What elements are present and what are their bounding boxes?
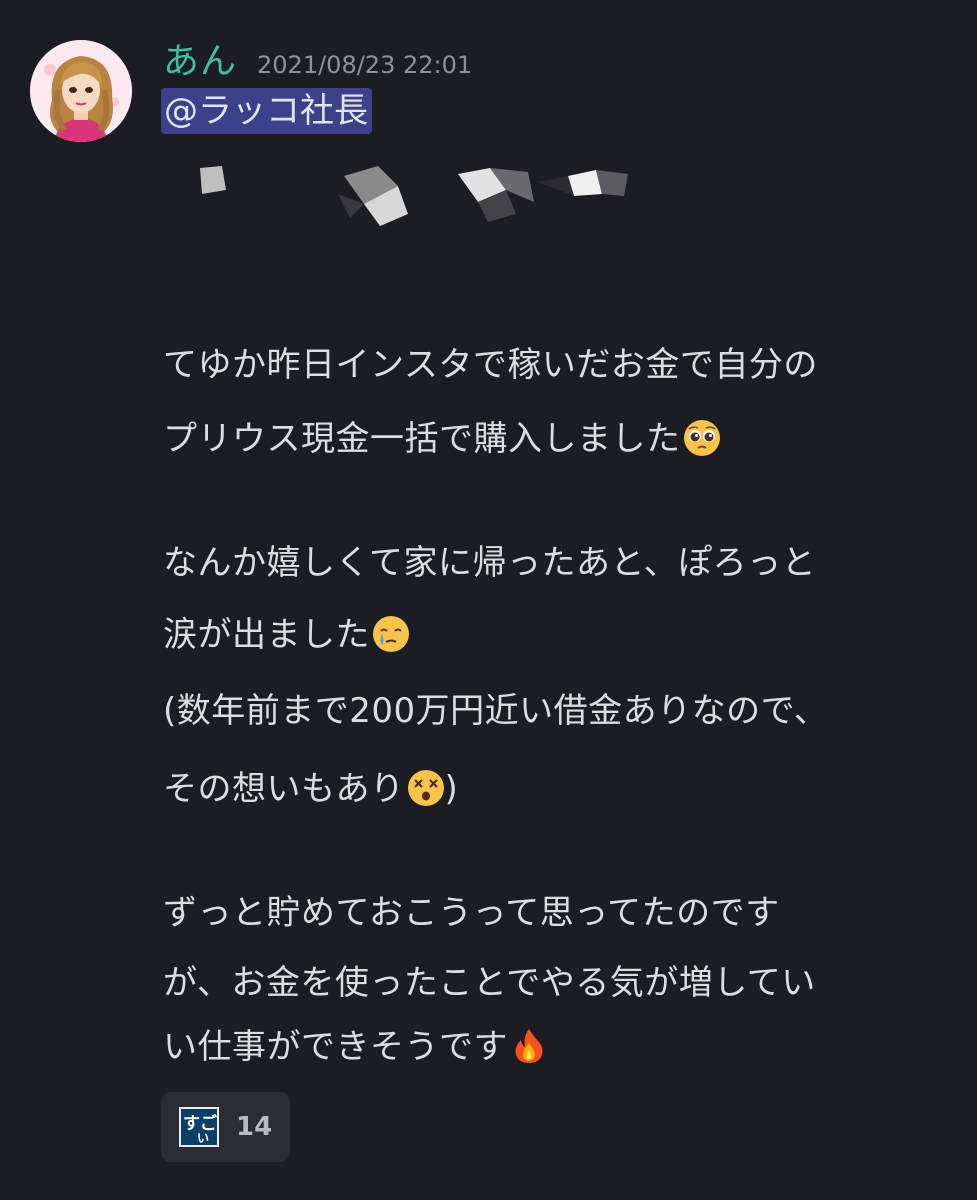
message-line-5: (数年前まで200万円近い借金ありなので、 [163,686,828,736]
user-mention[interactable]: @ラッコ社長 [161,88,372,134]
censored-text [188,152,638,236]
reaction-count: 14 [236,1112,273,1142]
timestamp: 2021/08/23 22:01 [257,51,473,79]
message-line-7: ずっと貯めておこうって思ってたのです [163,888,780,938]
message-line-9: い仕事ができそうです [163,1022,548,1072]
dizzy-face-icon [407,769,445,807]
message-text: その想いもあり [163,769,405,809]
sugoi-custom-emoji-icon: すご い [179,1107,219,1147]
message-line-2: プリウス現金一括で購入しました [163,414,721,464]
message-text: プリウス現金一括で購入しました [163,419,681,459]
chat-message: あん 2021/08/23 22:01 @ラッコ社長 てゆか昨日インスタで稼いだ… [0,0,977,1200]
message-text: なんか嬉しくて家に帰ったあと、ぽろっと [163,543,817,583]
svg-text:い: い [197,1131,209,1145]
pleading-face-icon [683,419,721,457]
message-text: てゆか昨日インスタで稼いだお金で自分の [163,345,818,385]
message-header: あん 2021/08/23 22:01 [163,32,472,92]
message-line-1: てゆか昨日インスタで稼いだお金で自分の [163,340,818,390]
message-text: が、お金を使ったことでやる気が増してい [163,963,816,1003]
message-text: 涙が出ました [163,615,370,655]
message-line-6: その想いもあり ) [163,764,458,814]
message-text: い仕事ができそうです [163,1027,508,1067]
avatar[interactable] [30,40,132,142]
message-text: ) [444,769,459,809]
face-holding-back-tears-icon [372,615,410,653]
message-line-3: なんか嬉しくて家に帰ったあと、ぽろっと [163,538,816,588]
username[interactable]: あん [163,32,237,84]
reaction-button[interactable]: すご い 14 [161,1092,290,1162]
fire-icon [510,1027,548,1065]
message-line-8: が、お金を使ったことでやる気が増してい [163,958,816,1008]
message-text: ずっと貯めておこうって思ってたのです [163,893,780,933]
message-text: (数年前まで200万円近い借金ありなので、 [163,691,829,731]
message-line-4: 涙が出ました [163,610,410,660]
